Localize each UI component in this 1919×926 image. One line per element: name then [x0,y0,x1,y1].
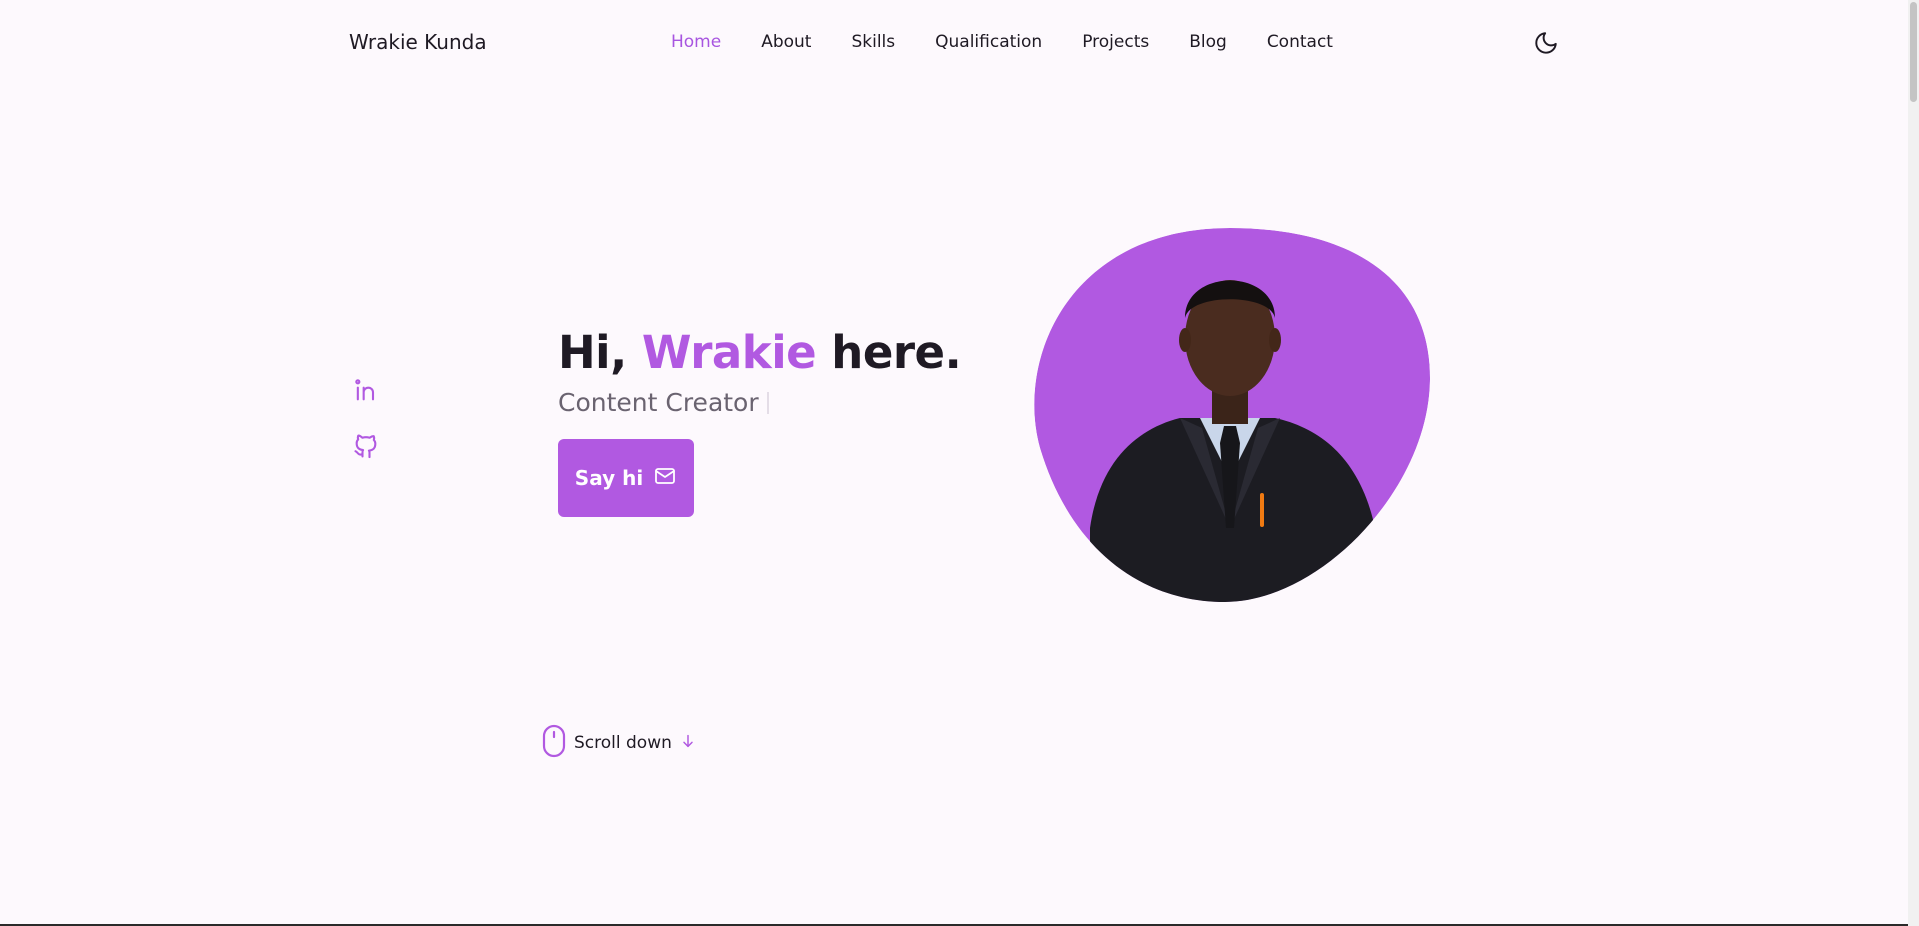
page-scrollbar[interactable] [1908,0,1919,926]
social-links [352,376,380,488]
site-logo[interactable]: Wrakie Kunda [349,30,487,54]
nav-contact[interactable]: Contact [1267,32,1333,52]
github-icon[interactable] [352,432,380,460]
nav-projects[interactable]: Projects [1082,32,1149,52]
page: Wrakie Kunda Home About Skills Qualifica… [0,0,1908,926]
profile-photo [1030,228,1430,602]
nav-home[interactable]: Home [671,32,721,52]
hero-subtitle: Content Creator [558,388,769,417]
say-hi-label: Say hi [574,466,644,490]
nav-about[interactable]: About [761,32,811,52]
moon-icon[interactable] [1533,30,1559,56]
scroll-down-label: Scroll down [574,733,672,753]
hero-greeting-suffix: here. [816,326,962,379]
mail-icon [653,464,677,493]
nav-skills[interactable]: Skills [851,32,895,52]
arrow-down-icon [680,733,696,753]
linkedin-icon[interactable] [352,376,380,404]
hero-greeting-prefix: Hi, [558,326,642,379]
scroll-down-link[interactable]: Scroll down [542,724,696,762]
nav-blog[interactable]: Blog [1189,32,1227,52]
scrollbar-thumb[interactable] [1910,2,1917,102]
say-hi-button[interactable]: Say hi [558,439,694,517]
hero-title: Hi, Wrakie here. [558,326,962,379]
hero-subtitle-text: Content Creator [558,388,759,417]
hero-name: Wrakie [641,326,817,379]
nav-qualification[interactable]: Qualification [935,32,1042,52]
mouse-icon [542,724,566,762]
main-nav: Home About Skills Qualification Projects… [671,32,1373,52]
typing-caret [766,392,769,414]
